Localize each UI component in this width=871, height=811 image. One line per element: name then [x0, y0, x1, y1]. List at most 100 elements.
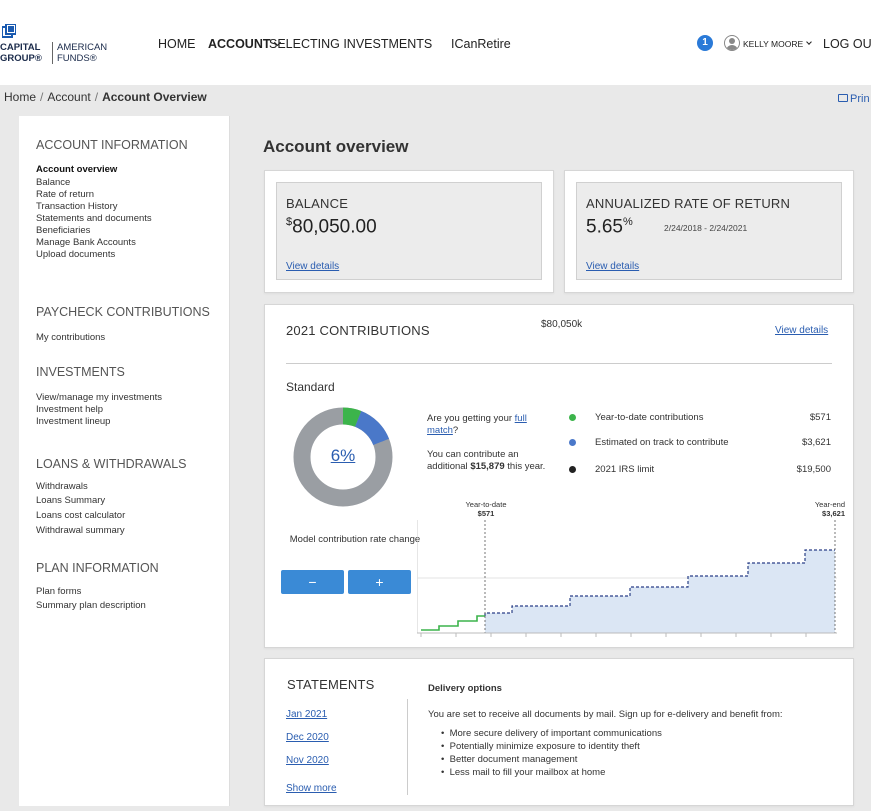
sidebar-item-beneficiaries[interactable]: Beneficiaries: [36, 225, 90, 236]
sidebar-item-withdrawals[interactable]: Withdrawals: [36, 481, 88, 492]
breadcrumb-current: Account Overview: [102, 90, 207, 104]
statements-divider: [407, 699, 408, 795]
breadcrumb-home[interactable]: Home: [4, 90, 36, 104]
logo-text: CAPITAL GROUP® AMERICAN FUNDS®: [0, 42, 107, 64]
breadcrumb-separator: /: [94, 90, 99, 104]
sidebar-item-manage-bank-accounts[interactable]: Manage Bank Accounts: [36, 237, 136, 248]
contributions-card: 2021 CONTRIBUTIONS $80,050k View details…: [264, 304, 854, 648]
user-avatar-icon[interactable]: [724, 35, 740, 51]
legend-label-ytd: Year-to-date contributions: [595, 412, 704, 423]
sidebar-item-investment-help[interactable]: Investment help: [36, 404, 103, 415]
chart-ytd-label: Year-to-date: [465, 500, 507, 509]
legend-dot-irs-limit: [569, 466, 576, 473]
balance-panel: BALANCE $80,050.00 View details: [276, 182, 542, 280]
delivery-bullet-text: Potentially minimize exposure to identit…: [449, 741, 640, 752]
sidebar-heading-paycheck-contributions: PAYCHECK CONTRIBUTIONS: [36, 305, 210, 319]
breadcrumb-account[interactable]: Account: [47, 90, 90, 104]
print-link[interactable]: Prin: [838, 93, 870, 105]
balance-view-details-link[interactable]: View details: [286, 261, 339, 272]
sidebar-heading-plan-information: PLAN INFORMATION: [36, 561, 159, 575]
sidebar-item-my-contributions[interactable]: My contributions: [36, 332, 105, 343]
sidebar-item-upload-documents[interactable]: Upload documents: [36, 249, 115, 260]
legend-dot-ytd: [569, 414, 576, 421]
contributions-title: 2021 CONTRIBUTIONS: [286, 323, 430, 338]
logo-american-funds: AMERICAN FUNDS®: [52, 42, 107, 64]
model-contribution-label: Model contribution rate change: [289, 534, 421, 545]
breadcrumb: Home / Account / Account Overview: [4, 90, 207, 104]
donut-ytd-segment: [342, 407, 362, 427]
chart-ytd-marker-label: Year-to-date $571: [461, 500, 511, 518]
delivery-options-text: You are set to receive all documents by …: [428, 709, 783, 720]
return-value: 5.65%: [586, 216, 633, 238]
contributions-view-details-link[interactable]: View details: [775, 325, 828, 336]
additional-suffix: this year.: [504, 461, 546, 472]
delivery-bullet: • Better document management: [441, 754, 578, 765]
return-panel: ANNUALIZED RATE OF RETURN 5.65% 2/24/201…: [576, 182, 842, 280]
logout-link[interactable]: LOG OUT: [823, 37, 871, 51]
legend-label-estimated: Estimated on track to contribute: [595, 437, 729, 448]
sidebar-heading-loans-withdrawals: LOANS & WITHDRAWALS: [36, 457, 187, 471]
user-name: KELLY MOORE: [743, 39, 804, 49]
return-amount: 5.65: [586, 216, 623, 238]
chart-x-ticks: [420, 633, 807, 637]
chart-ye-label: Year-end: [814, 500, 845, 509]
nav-icanretire[interactable]: ICanRetire: [451, 37, 511, 51]
breadcrumb-bar: Home / Account / Account Overview Prin: [0, 85, 871, 110]
decrease-rate-button[interactable]: −: [281, 570, 344, 594]
full-match-prefix: Are you getting your: [427, 413, 515, 424]
balance-card: BALANCE $80,050.00 View details: [264, 170, 554, 293]
contributions-amount: $80,050k: [541, 319, 583, 330]
contributions-divider: [286, 363, 832, 364]
nav-account-label: ACCOUNT: [208, 37, 271, 51]
full-match-question: Are you getting your full match?: [427, 413, 557, 437]
delivery-bullet: • Less mail to fill your mailbox at home: [441, 767, 606, 778]
statement-link-jan-2021[interactable]: Jan 2021: [286, 709, 327, 720]
chart-ytd-value: $571: [477, 509, 495, 518]
notification-badge[interactable]: 1: [697, 35, 713, 51]
balance-value: $80,050.00: [286, 216, 377, 238]
capital-group-logo[interactable]: CAPITAL GROUP® AMERICAN FUNDS®: [0, 22, 140, 70]
show-more-statements-link[interactable]: Show more: [286, 783, 337, 794]
chart-ye-value: $3,621: [822, 509, 845, 518]
statement-link-dec-2020[interactable]: Dec 2020: [286, 732, 329, 743]
logo-mark-icon: [2, 24, 16, 38]
sidebar-item-plan-forms[interactable]: Plan forms: [36, 586, 81, 597]
chevron-down-icon: [806, 39, 812, 45]
legend-label-irs-limit: 2021 IRS limit: [595, 464, 655, 475]
nav-selecting-investments[interactable]: SELECTING INVESTMENTS: [269, 37, 432, 51]
additional-amount: $15,879: [470, 461, 505, 472]
logo-capital-group: CAPITAL GROUP®: [0, 42, 42, 64]
statement-link-nov-2020[interactable]: Nov 2020: [286, 755, 329, 766]
additional-contribution-text: You can contribute an additional $15,879…: [427, 449, 557, 473]
sidebar-heading-investments: INVESTMENTS: [36, 365, 125, 379]
return-label: ANNUALIZED RATE OF RETURN: [586, 196, 791, 211]
print-label: Prin: [850, 93, 870, 105]
nav-home[interactable]: HOME: [158, 37, 196, 51]
statements-card: STATEMENTS Jan 2021 Dec 2020 Nov 2020 Sh…: [264, 658, 854, 806]
sidebar-item-loans-cost-calculator[interactable]: Loans cost calculator: [36, 510, 125, 521]
delivery-bullet-text: Better document management: [449, 754, 578, 765]
sidebar-item-rate-of-return[interactable]: Rate of return: [36, 189, 94, 200]
return-view-details-link[interactable]: View details: [586, 261, 639, 272]
statements-title: STATEMENTS: [287, 677, 375, 692]
sidebar-heading-account-information: ACCOUNT INFORMATION: [36, 138, 188, 152]
contribution-projection-chart: [417, 520, 837, 637]
sidebar-item-view-manage-investments[interactable]: View/manage my investments: [36, 392, 162, 403]
return-unit: %: [622, 216, 633, 228]
sidebar-item-withdrawal-summary[interactable]: Withdrawal summary: [36, 525, 125, 536]
sidebar-item-statements[interactable]: Statements and documents: [36, 213, 152, 224]
contribution-rate-link[interactable]: 6%: [315, 446, 371, 466]
sidebar-item-balance[interactable]: Balance: [36, 177, 70, 188]
delivery-bullet: • More secure delivery of important comm…: [441, 728, 662, 739]
sidebar-item-summary-plan-description[interactable]: Summary plan description: [36, 600, 146, 611]
return-period: 2/24/2018 - 2/24/2021: [664, 223, 748, 233]
sidebar-item-loans-summary[interactable]: Loans Summary: [36, 495, 105, 506]
delivery-bullet-text: Less mail to fill your mailbox at home: [449, 767, 606, 778]
sidebar-item-investment-lineup[interactable]: Investment lineup: [36, 416, 110, 427]
sidebar-item-transaction-history[interactable]: Transaction History: [36, 201, 117, 212]
user-menu[interactable]: KELLY MOORE: [743, 39, 812, 49]
sidebar-item-account-overview[interactable]: Account overview: [36, 164, 117, 175]
top-header: CAPITAL GROUP® AMERICAN FUNDS® HOME ACCO…: [0, 0, 871, 85]
increase-rate-button[interactable]: +: [348, 570, 411, 594]
breadcrumb-separator: /: [40, 90, 44, 104]
